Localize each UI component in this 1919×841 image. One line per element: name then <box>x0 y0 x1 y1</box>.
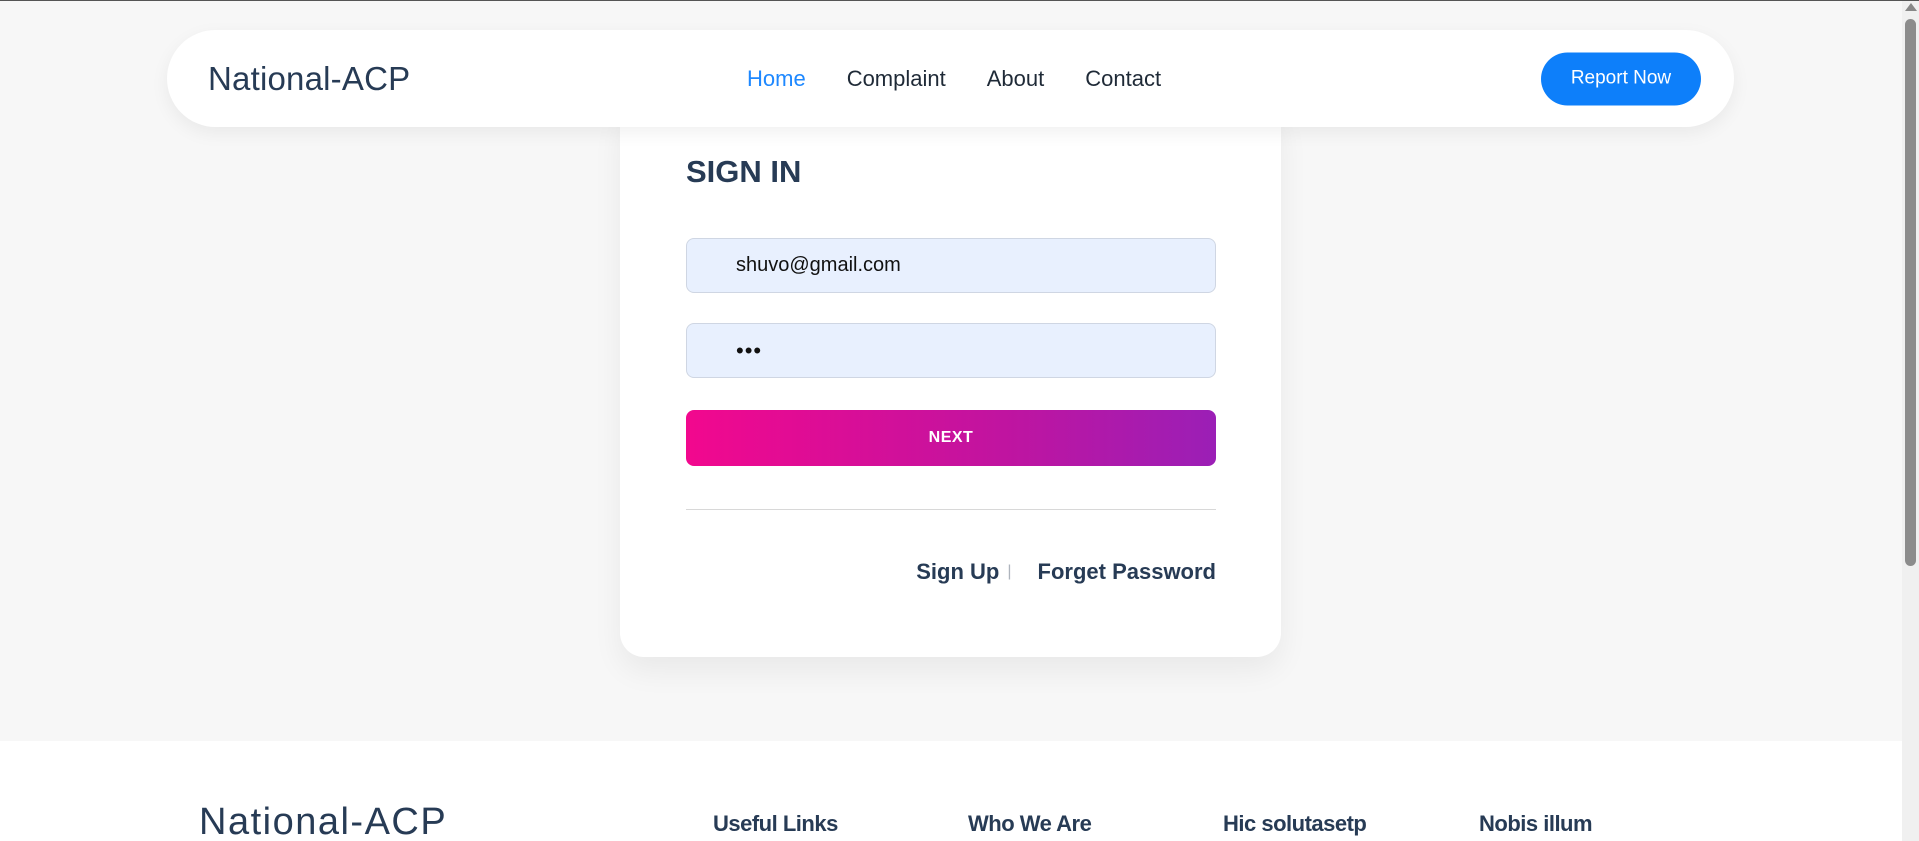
footer: National-ACP Useful Links Who We Are Hic… <box>0 741 1902 841</box>
signin-links: Sign Up | Forget Password <box>916 559 1216 585</box>
divider <box>686 509 1216 510</box>
main-nav: Home Complaint About Contact <box>747 66 1161 92</box>
next-button[interactable]: NEXT <box>686 410 1216 466</box>
nav-contact-link[interactable]: Contact <box>1085 66 1161 92</box>
scrollbar-thumb[interactable] <box>1905 19 1916 566</box>
footer-heading-nobis-illum: Nobis illum <box>1479 811 1593 836</box>
sign-up-link[interactable]: Sign Up <box>916 559 999 585</box>
footer-brand: National-ACP <box>199 801 448 841</box>
top-navbar: National-ACP Home Complaint About Contac… <box>167 30 1734 127</box>
brand-logo[interactable]: National-ACP <box>208 60 410 98</box>
page: National-ACP Home Complaint About Contac… <box>0 0 1919 841</box>
nav-complaint-link[interactable]: Complaint <box>847 66 946 92</box>
signin-title: SIGN IN <box>686 154 802 189</box>
scroll-up-arrow-icon[interactable] <box>1905 3 1917 11</box>
link-separator: | <box>1007 563 1012 580</box>
footer-heading-hic-solutasetp: Hic solutasetp <box>1223 811 1367 836</box>
nav-about-link[interactable]: About <box>987 66 1045 92</box>
footer-heading-who-we-are: Who We Are <box>968 811 1092 836</box>
nav-home-link[interactable]: Home <box>747 66 806 92</box>
password-field[interactable] <box>686 323 1216 378</box>
email-field[interactable] <box>686 238 1216 293</box>
footer-heading-useful-links: Useful Links <box>713 811 838 836</box>
forget-password-link[interactable]: Forget Password <box>1038 559 1216 585</box>
signin-card: SIGN IN NEXT Sign Up | Forget Password <box>620 101 1281 657</box>
vertical-scrollbar[interactable] <box>1902 1 1919 841</box>
report-now-button[interactable]: Report Now <box>1541 52 1701 105</box>
